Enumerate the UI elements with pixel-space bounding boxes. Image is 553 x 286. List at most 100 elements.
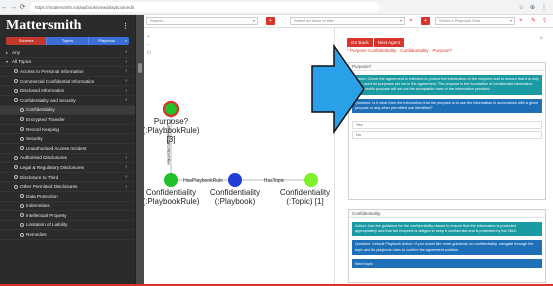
radio-bullet-icon[interactable] bbox=[20, 136, 24, 141]
graph-svg: + − ⊡ HasAlternativeRule HasPlaybookRule… bbox=[144, 34, 330, 206]
back-icon[interactable]: ← bbox=[0, 4, 9, 11]
tree-item[interactable]: Data Protection bbox=[0, 192, 135, 202]
brand-logo[interactable]: Mattersmith bbox=[6, 18, 81, 34]
chevron-right-icon[interactable]: › bbox=[125, 184, 127, 190]
tree-item[interactable]: Limitation of Liability bbox=[0, 221, 135, 231]
node-playbook[interactable] bbox=[228, 173, 242, 187]
arrow-annotation-icon bbox=[311, 44, 365, 134]
add-issue-button[interactable]: + bbox=[421, 17, 430, 25]
radio-bullet-icon[interactable] bbox=[14, 175, 18, 180]
fit-icon[interactable]: ⊡ bbox=[147, 50, 151, 56]
edge-right-label: HasTopic bbox=[264, 178, 285, 184]
rule-select[interactable]: Select a Playbook Rule ▾ bbox=[435, 17, 515, 25]
graph-canvas[interactable]: + − ⊡ HasAlternativeRule HasPlaybookRule… bbox=[144, 28, 334, 284]
radio-bullet-icon[interactable] bbox=[14, 184, 18, 189]
clear-issue-icon[interactable]: × bbox=[409, 17, 413, 25]
chevron-right-icon[interactable]: › bbox=[125, 155, 127, 161]
scrollbar-thumb[interactable] bbox=[138, 63, 142, 73]
radio-bullet-icon[interactable] bbox=[14, 98, 18, 103]
radio-bullet-icon[interactable] bbox=[14, 79, 18, 84]
menu-icon[interactable]: ⋮ bbox=[541, 4, 547, 11]
radio-bullet-icon[interactable] bbox=[20, 203, 24, 208]
tab-schema[interactable]: Schema bbox=[6, 37, 48, 45]
tree-item[interactable]: Other Permitted Disclosures › bbox=[0, 182, 135, 192]
address-bar[interactable]: https://mattersmith.io/playbook/view/pla… bbox=[30, 2, 380, 12]
tree-item[interactable]: Access to Personal Information › bbox=[0, 67, 135, 77]
tree-item[interactable]: Disclosure to Third › bbox=[0, 173, 135, 183]
radio-bullet-icon[interactable] bbox=[14, 88, 18, 93]
clear-rule-icon[interactable]: × bbox=[519, 17, 523, 25]
tree-item-label: Access to Personal Information bbox=[20, 68, 84, 74]
tree-item[interactable]: ▾ All Topics › bbox=[0, 58, 135, 68]
zoom-in-icon[interactable]: + bbox=[147, 34, 150, 40]
radio-bullet-icon[interactable] bbox=[20, 194, 24, 199]
tree-item[interactable]: Confidentiality bbox=[0, 105, 135, 116]
tree-item[interactable]: Record Keeping bbox=[0, 125, 135, 135]
tree-item[interactable]: Disclosed Information › bbox=[0, 86, 135, 96]
edge-left-label: HasPlaybookRule bbox=[183, 178, 223, 184]
reload-icon[interactable]: ⟳ bbox=[18, 3, 27, 11]
tree-item[interactable]: Remedies bbox=[0, 230, 135, 240]
forward-icon[interactable]: → bbox=[9, 4, 18, 11]
node-topic[interactable] bbox=[304, 173, 318, 187]
chevron-right-icon[interactable]: › bbox=[125, 88, 127, 94]
tree-item-label: Confidentiality and Security bbox=[20, 97, 76, 103]
radio-bullet-icon[interactable] bbox=[20, 146, 24, 151]
add-button[interactable]: + bbox=[266, 17, 275, 25]
chevron-right-icon[interactable]: › bbox=[125, 59, 127, 65]
tree-item[interactable]: Indemnities bbox=[0, 202, 135, 212]
question-box: Question: Is it clear from the informati… bbox=[352, 98, 542, 114]
radio-bullet-icon[interactable] bbox=[14, 155, 18, 160]
search-select[interactable]: Search... ▾ bbox=[146, 17, 258, 25]
zoom-out-icon[interactable]: − bbox=[147, 42, 150, 48]
next-topic-button[interactable]: Next topic bbox=[352, 258, 542, 268]
question-box: Question: Default Playbook Action: If yo… bbox=[352, 240, 542, 255]
close-icon[interactable]: × bbox=[539, 36, 543, 42]
chevron-right-icon[interactable]: › bbox=[125, 68, 127, 74]
close-icon[interactable]: × bbox=[125, 37, 129, 45]
radio-bullet-icon[interactable] bbox=[20, 127, 24, 132]
node-topic-label: Confidentiality (:Topic) [1] bbox=[280, 188, 330, 206]
tree-item[interactable]: Legal & Regulatory Disclosures › bbox=[0, 163, 135, 173]
tree-item[interactable]: Intellectual Property bbox=[0, 211, 135, 221]
next-agent-button[interactable]: Next Agent bbox=[373, 38, 405, 47]
tree-item[interactable]: Security bbox=[0, 134, 135, 144]
answer-option-yes[interactable]: Yes bbox=[352, 121, 542, 130]
node-playbook-rule[interactable] bbox=[164, 173, 178, 187]
extensions-icon[interactable]: ⊕ bbox=[530, 4, 535, 11]
issue-select[interactable]: Select an Issue to filter ▾ bbox=[290, 17, 405, 25]
sidebar-menu-icon[interactable]: ⋮ bbox=[122, 22, 129, 30]
radio-bullet-icon[interactable] bbox=[20, 222, 24, 227]
chevron-right-icon[interactable]: › bbox=[125, 78, 127, 84]
sidebar-tabs: Schema Topics Playbook × bbox=[6, 37, 129, 45]
share-icon[interactable]: ⇪ bbox=[542, 17, 547, 25]
tree-item[interactable]: Unauthorised Access Incident bbox=[0, 144, 135, 154]
confidentiality-section: Confidentiality Action: Use the guidance… bbox=[348, 209, 546, 283]
chevron-right-icon[interactable]: › bbox=[125, 164, 127, 170]
radio-bullet-icon[interactable] bbox=[14, 69, 18, 74]
tree-item-label: Intellectual Property bbox=[26, 212, 67, 218]
tab-playbook[interactable]: Playbook × bbox=[89, 37, 129, 45]
filter-toolbar: Search... ▾ + Select an Issue to filter ▾ … bbox=[144, 15, 553, 28]
chevron-right-icon[interactable]: › bbox=[125, 174, 127, 180]
tree-item[interactable]: Commercial Confidential Information › bbox=[0, 77, 135, 87]
tree-item[interactable]: ▸ Any › bbox=[0, 48, 135, 58]
action-box: Action: Use the guidance for the confide… bbox=[352, 222, 542, 237]
tab-topics[interactable]: Topics bbox=[47, 37, 89, 45]
edit-icon[interactable]: ✎ bbox=[531, 17, 536, 25]
radio-bullet-icon[interactable] bbox=[20, 107, 24, 112]
tree-item[interactable]: Authorised Disclosures › bbox=[0, 154, 135, 164]
tree-item[interactable]: Confidentiality and Security › bbox=[0, 96, 135, 106]
radio-bullet-icon[interactable] bbox=[20, 232, 24, 237]
bookmark-icon[interactable]: ☆ bbox=[519, 4, 524, 11]
node-purpose[interactable] bbox=[162, 100, 180, 118]
radio-bullet-icon[interactable] bbox=[20, 213, 24, 218]
sidebar-scrollbar[interactable] bbox=[135, 15, 144, 286]
zoom-controls: + − ⊡ bbox=[147, 34, 151, 56]
chevron-right-icon[interactable]: › bbox=[125, 49, 127, 55]
tree-item[interactable]: Encrypted Transfer bbox=[0, 115, 135, 125]
radio-bullet-icon[interactable] bbox=[20, 117, 24, 122]
answer-option-no[interactable]: No bbox=[352, 131, 542, 140]
chevron-right-icon[interactable]: › bbox=[125, 97, 127, 103]
radio-bullet-icon[interactable] bbox=[14, 165, 18, 170]
